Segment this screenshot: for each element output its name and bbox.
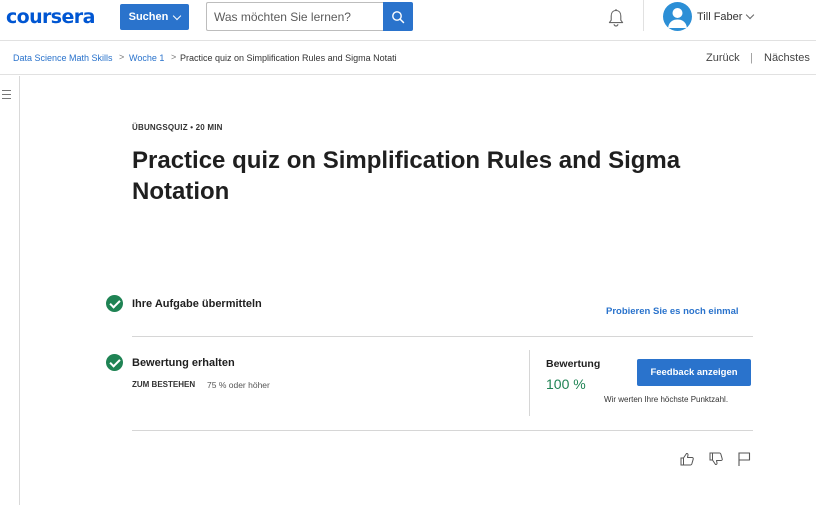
pass-threshold-label: ZUM BESTEHEN — [132, 380, 196, 389]
menu-icon[interactable] — [2, 90, 11, 100]
breadcrumb-separator: > — [119, 52, 125, 62]
thumbs-up-icon[interactable] — [678, 450, 696, 468]
retry-link[interactable]: Probieren Sie es noch einmal — [606, 306, 739, 317]
submit-step-title: Ihre Aufgabe übermitteln — [132, 298, 262, 310]
avatar[interactable] — [663, 2, 692, 31]
user-name[interactable]: Till Faber — [697, 11, 742, 23]
flag-icon[interactable] — [735, 450, 753, 468]
checkmark-icon — [106, 295, 123, 312]
thumbs-down-icon[interactable] — [707, 450, 725, 468]
previous-link[interactable]: Zurück — [706, 52, 740, 64]
top-header: coursera Suchen Till Faber — [0, 0, 816, 41]
section-divider — [132, 430, 753, 431]
section-divider — [132, 336, 753, 337]
nav-separator: | — [750, 52, 753, 64]
search-menu-label: Suchen — [128, 11, 169, 23]
chevron-down-icon[interactable] — [745, 10, 755, 20]
breadcrumb-current: Practice quiz on Simplification Rules an… — [180, 53, 397, 63]
search-input[interactable] — [206, 2, 383, 31]
left-sidebar-rail — [0, 76, 20, 505]
bell-icon[interactable] — [605, 7, 627, 29]
search-submit-button[interactable] — [383, 2, 413, 31]
breadcrumb-week[interactable]: Woche 1 — [129, 53, 164, 63]
pass-threshold-value: 75 % oder höher — [207, 380, 270, 390]
next-link[interactable]: Nächstes — [764, 52, 810, 64]
search-icon — [392, 10, 405, 23]
coursera-logo[interactable]: coursera — [6, 6, 95, 28]
grade-label: Bewertung — [546, 358, 601, 370]
grade-step-title: Bewertung erhalten — [132, 357, 235, 369]
page-title: Practice quiz on Simplification Rules an… — [132, 147, 681, 205]
chevron-down-icon — [173, 11, 182, 20]
user-silhouette-icon — [668, 8, 687, 28]
breadcrumb-separator: > — [171, 52, 177, 62]
quiz-type-label: ÜBUNGSQUIZ • 20 MIN — [132, 123, 223, 132]
grade-value: 100 % — [546, 376, 586, 392]
breadcrumb-course[interactable]: Data Science Math Skills — [13, 53, 113, 63]
header-divider — [643, 0, 644, 31]
search-menu-button[interactable]: Suchen — [120, 4, 189, 30]
breadcrumb-bar: Data Science Math Skills > Woche 1 > Pra… — [0, 42, 816, 75]
view-feedback-button[interactable]: Feedback anzeigen — [637, 359, 751, 386]
checkmark-icon — [106, 354, 123, 371]
grade-note: Wir werten Ihre höchste Punktzahl. — [604, 395, 729, 404]
grade-divider — [529, 350, 530, 416]
